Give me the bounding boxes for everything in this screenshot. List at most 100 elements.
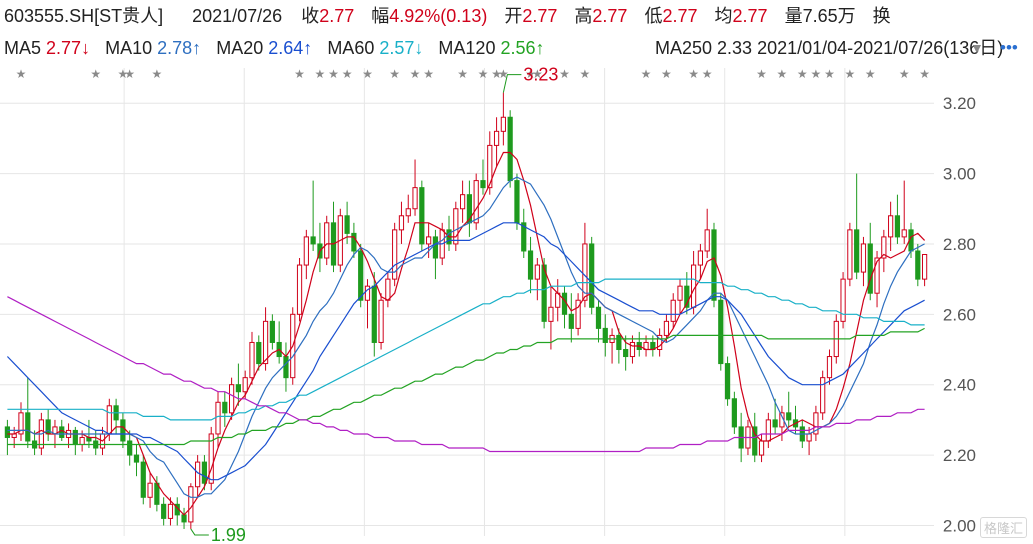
candle-body-up — [765, 419, 771, 442]
y-tick-label: 2.60 — [943, 305, 976, 324]
event-star-icon: ★ — [315, 67, 326, 81]
ma5-line — [7, 151, 926, 516]
candle-body-up — [296, 264, 303, 315]
candle-body-up — [79, 436, 85, 446]
event-star-icon: ★ — [362, 67, 373, 81]
candle-body-up — [106, 405, 112, 435]
candle-body-down — [120, 419, 126, 442]
candle-body-down — [568, 313, 574, 329]
candle-body-down — [854, 229, 860, 273]
candle-body-down — [201, 461, 208, 484]
candle-body-down — [181, 514, 187, 523]
event-star-icon: ★ — [811, 67, 822, 81]
candle-body-up — [453, 208, 459, 245]
annotation-leader — [190, 528, 209, 536]
y-tick-label: 3.20 — [943, 94, 976, 113]
candle-body-up — [500, 116, 506, 132]
candle-body-up — [704, 229, 710, 252]
candle-body-up — [385, 278, 391, 301]
candle-body-up — [303, 236, 309, 266]
candle-body-down — [127, 440, 133, 456]
candle-body-down — [718, 299, 724, 365]
candle-body-up — [840, 278, 846, 322]
event-star-icon: ★ — [342, 67, 353, 81]
candle-body-up — [378, 299, 384, 343]
candle-body-down — [140, 461, 146, 498]
event-star-icon: ★ — [580, 67, 591, 81]
candle-body-up — [921, 253, 928, 280]
candle-body-up — [758, 440, 765, 456]
candle-body-down — [867, 243, 873, 294]
event-star-icon: ★ — [919, 67, 930, 81]
candle-body-down — [161, 503, 167, 519]
candle-body-down — [72, 429, 78, 446]
event-star-icon: ★ — [688, 67, 699, 81]
y-tick-label: 2.20 — [943, 446, 976, 465]
candle-body-down — [419, 187, 425, 245]
event-star-icon: ★ — [294, 67, 305, 81]
moving-average-lines — [6, 151, 926, 516]
event-star-icon: ★ — [328, 67, 339, 81]
event-star-icon: ★ — [797, 67, 808, 81]
candle-body-down — [344, 215, 350, 234]
candle-body-down — [623, 349, 629, 358]
candle-body-down — [915, 250, 921, 280]
grid-lines — [0, 68, 934, 536]
candle-body-down — [351, 232, 357, 252]
candle-body-up — [690, 264, 697, 308]
event-star-icon: ★ — [423, 67, 434, 81]
candle-body-up — [888, 215, 894, 238]
candlesticks — [4, 92, 928, 529]
event-star-icon: ★ — [16, 67, 27, 81]
candle-body-down — [561, 292, 568, 315]
ma10-line — [7, 176, 925, 498]
event-star-icon: ★ — [865, 67, 876, 81]
candle-body-up — [677, 285, 683, 301]
y-axis: 2.00 2.20 2.40 2.60 2.80 3.00 3.20 — [943, 94, 976, 535]
candle-body-up — [195, 461, 201, 488]
candle-body-up — [901, 229, 907, 238]
candle-body-down — [222, 401, 228, 414]
candle-body-up — [215, 401, 221, 435]
candle-body-up — [405, 208, 411, 217]
event-star-icon: ★ — [90, 67, 101, 81]
candle-body-down — [616, 334, 622, 351]
candle-body-down — [772, 419, 778, 428]
event-star-icon: ★ — [844, 67, 855, 81]
candle-body-down — [527, 250, 534, 280]
event-star-icon: ★ — [410, 67, 421, 81]
candle-body-down — [25, 412, 31, 442]
candle-body-down — [358, 250, 364, 301]
candle-body-up — [663, 320, 670, 336]
candle-body-up — [242, 377, 248, 393]
candle-body-up — [806, 433, 812, 442]
candle-body-down — [256, 341, 262, 365]
y-tick-label: 3.00 — [943, 165, 976, 184]
y-tick-label: 2.80 — [943, 235, 976, 254]
candle-body-up — [493, 130, 500, 146]
candle-body-up — [412, 187, 418, 210]
candlestick-chart[interactable]: ★ ★ ★★ ★ ★ ★ ★ ★ ★ ★ ★ ★ ★ ★ ★★ ★★ ★ ★ ★ ★ ★ ★ ★ ★ ★ ★ ★ ★ ★ ★ ★ 2.002… — [0, 0, 1033, 544]
event-star-icon: ★ — [498, 67, 509, 81]
candle-body-up — [697, 250, 704, 266]
event-star-icon: ★ — [559, 67, 570, 81]
candle-body-up — [860, 243, 867, 273]
candle-body-down — [480, 180, 486, 189]
candle-body-down — [310, 236, 316, 245]
event-star-row: ★ ★ ★★ ★ ★ ★ ★ ★ ★ ★ ★ ★ ★ ★ ★★ ★★ ★ ★ ★ ★ ★ ★ ★ ★ ★ ★ ★ ★ ★ ★ ★ — [16, 67, 930, 81]
event-star-icon: ★ — [756, 67, 767, 81]
candle-body-up — [874, 257, 880, 294]
candle-body-down — [269, 320, 275, 343]
event-star-icon: ★ — [702, 67, 713, 81]
candle-body-up — [188, 486, 194, 523]
y-tick-label: 2.40 — [943, 376, 976, 395]
candle-body-down — [59, 426, 65, 438]
candle-body-up — [459, 194, 466, 210]
ma20-line — [6, 222, 925, 481]
candle-body-up — [534, 264, 540, 280]
annotation-low-label: 1.99 — [211, 525, 246, 544]
event-star-icon: ★ — [478, 67, 489, 81]
candle-body-down — [724, 363, 731, 400]
event-star-icon: ★ — [777, 67, 788, 81]
candle-body-up — [147, 482, 153, 498]
